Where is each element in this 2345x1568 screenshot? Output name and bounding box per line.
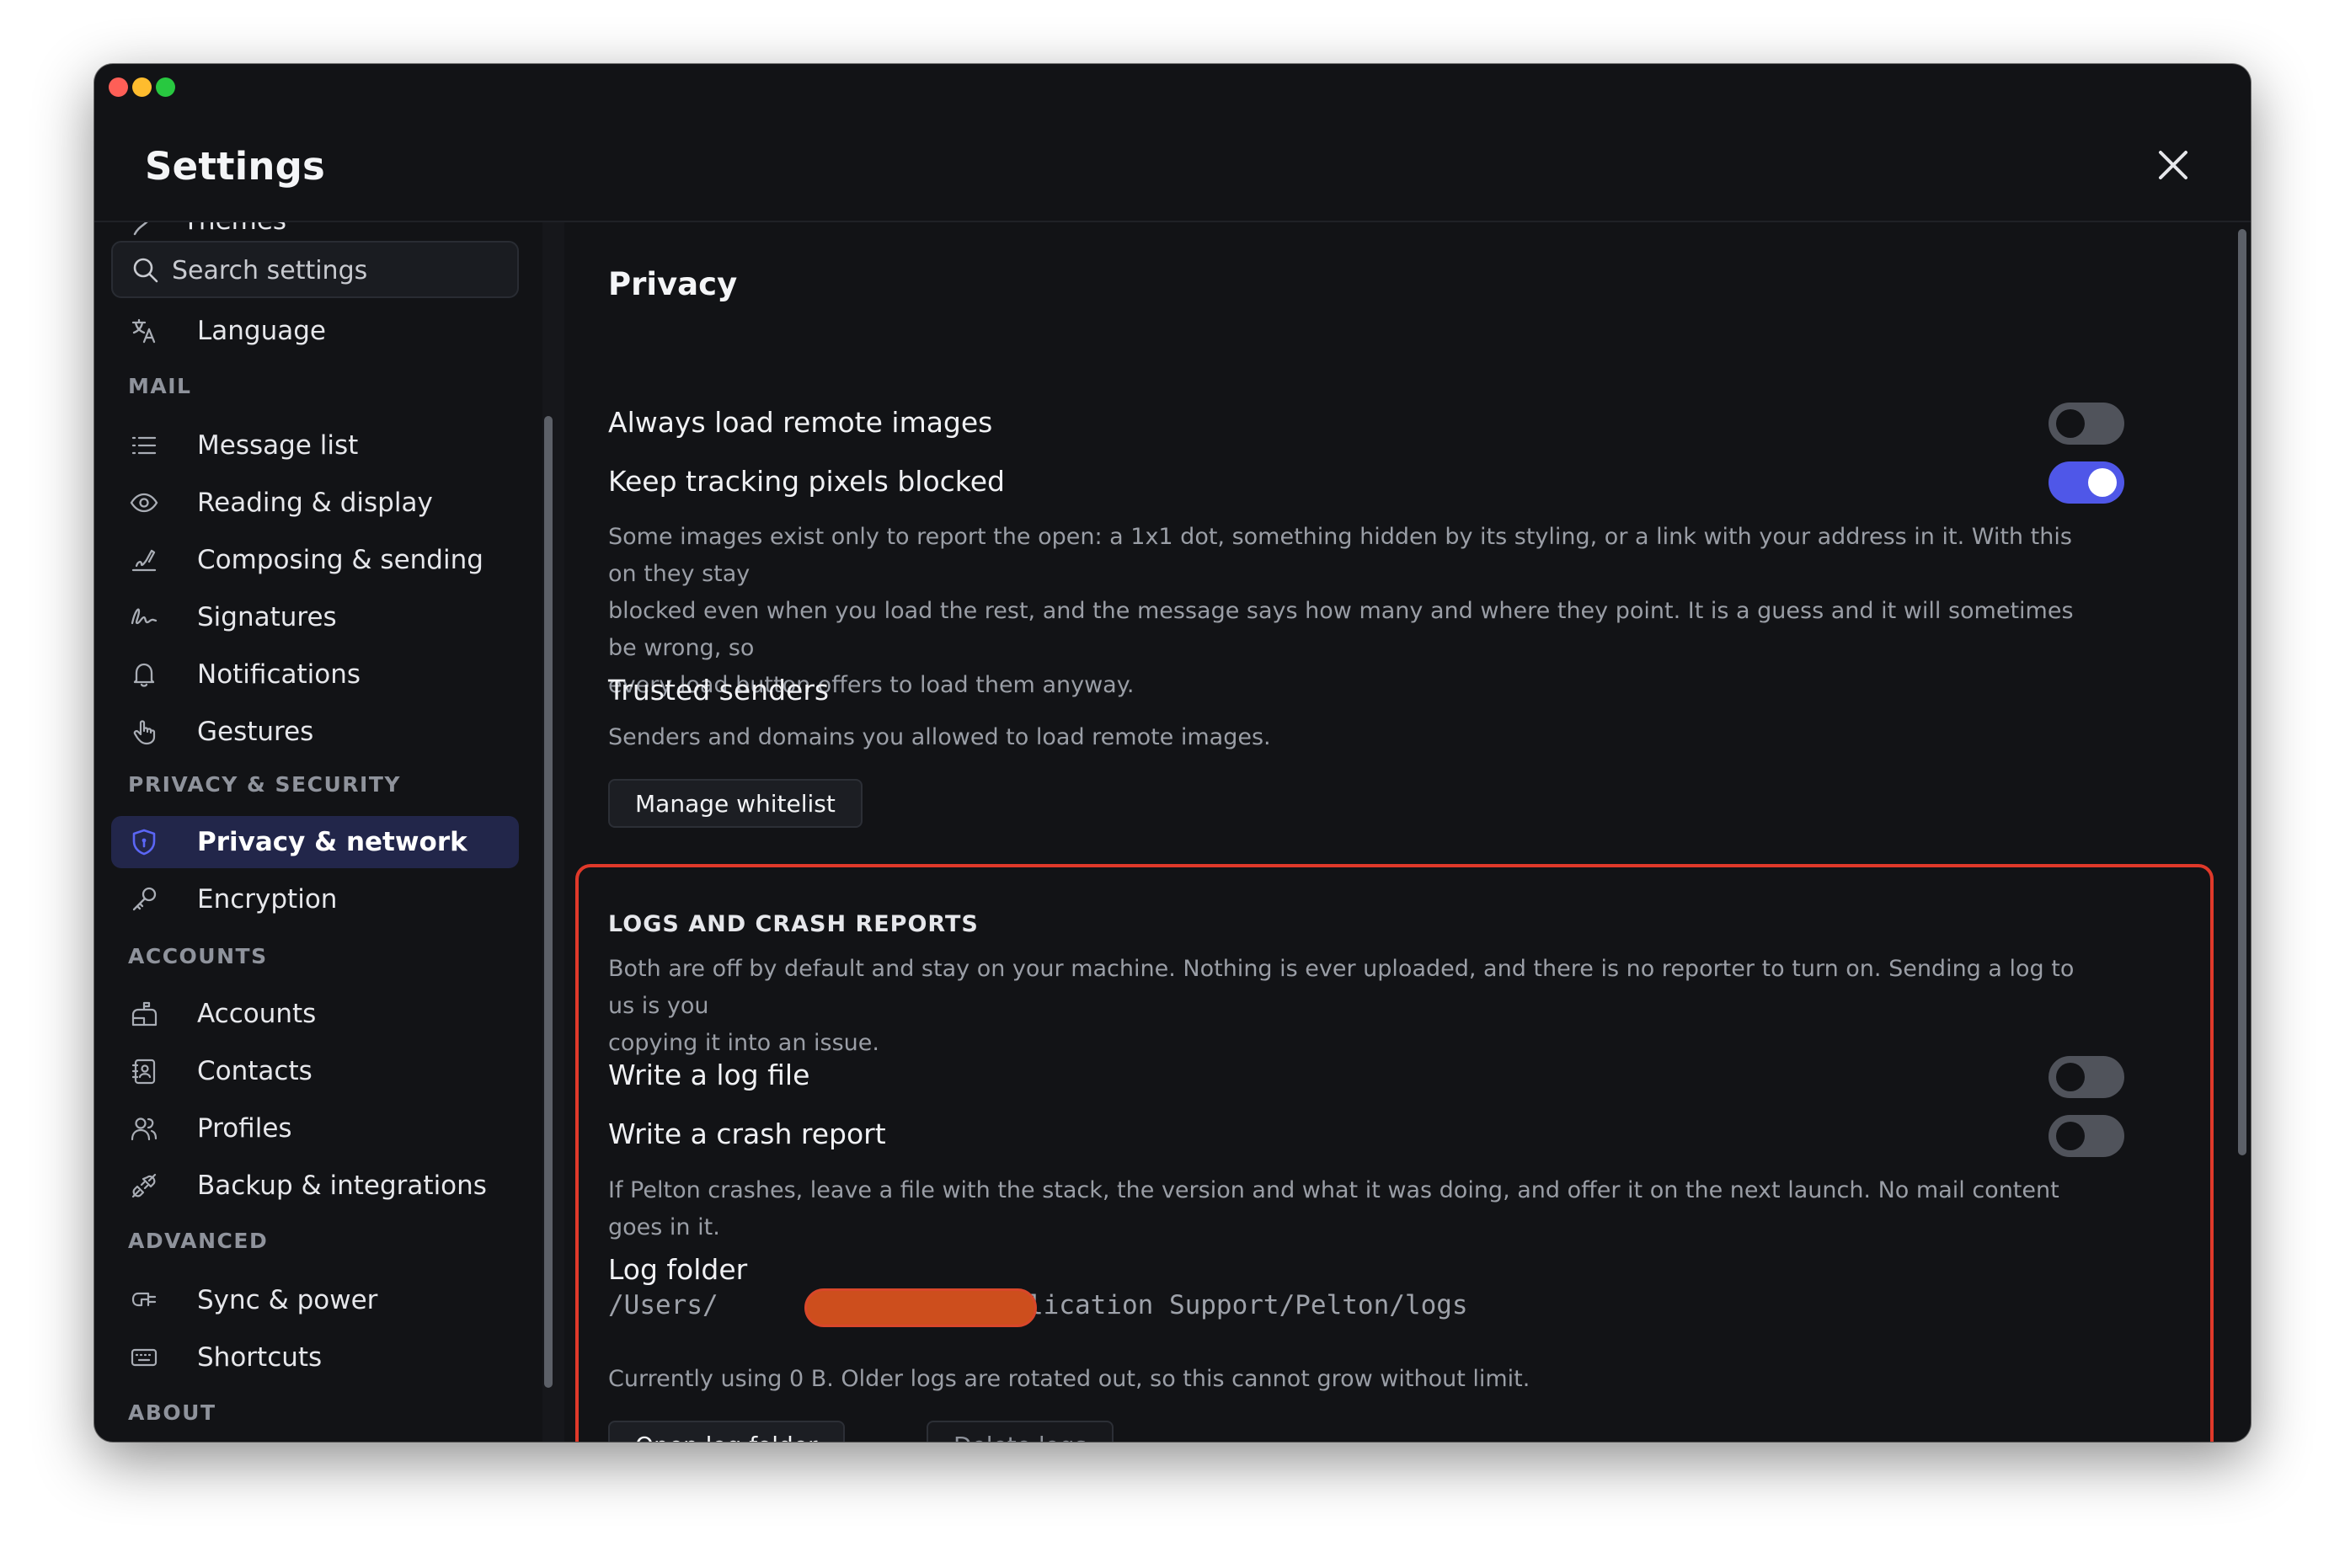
sidebar-item-shortcuts[interactable]: Shortcuts xyxy=(111,1331,519,1384)
log-usage-text: Currently using 0 B. Older logs are rota… xyxy=(608,1366,1530,1392)
signature-icon xyxy=(131,608,158,625)
keyboard-icon xyxy=(131,1348,158,1367)
section-heading-about: ABOUT xyxy=(128,1400,216,1425)
sidebar-item-encryption[interactable]: Encryption xyxy=(111,873,519,925)
sidebar-item-label: Encryption xyxy=(197,884,338,915)
keep-tracking-pixels-blocked-toggle[interactable] xyxy=(2049,461,2124,504)
sidebar-item-label: Privacy & network xyxy=(197,827,467,857)
sidebar-item-label: Message list xyxy=(197,430,359,461)
content-scrollbar-thumb[interactable] xyxy=(2238,229,2246,1155)
toggle-knob xyxy=(2056,1122,2085,1150)
sidebar-item-label: Composing & sending xyxy=(197,545,483,575)
open-log-folder-button[interactable]: Open log folder xyxy=(608,1421,845,1442)
section-heading-privacy-security: PRIVACY & SECURITY xyxy=(128,772,401,797)
sidebar-item-composing-sending[interactable]: Composing & sending xyxy=(111,534,519,586)
sidebar-item-profiles[interactable]: Profiles xyxy=(111,1102,519,1155)
search-box[interactable] xyxy=(111,241,519,298)
sidebar-item-privacy-network[interactable]: Privacy & network xyxy=(111,816,519,868)
sidebar-item-label: Gestures xyxy=(197,717,314,747)
eye-icon xyxy=(130,493,158,513)
sidebar-item-backup-integrations[interactable]: Backup & integrations xyxy=(111,1160,519,1212)
trusted-senders-label: Trusted senders xyxy=(608,674,830,707)
sidebar-scrollbar-thumb[interactable] xyxy=(544,416,553,1388)
sidebar-item-notifications[interactable]: Notifications xyxy=(111,648,519,701)
sidebar-item-label: Notifications xyxy=(197,659,361,690)
sidebar-item-contacts[interactable]: Contacts xyxy=(111,1045,519,1097)
always-load-remote-images-label: Always load remote images xyxy=(608,406,993,439)
delete-logs-button[interactable]: Delete logs xyxy=(927,1421,1114,1442)
address-book-icon xyxy=(131,1059,156,1085)
plug-icon xyxy=(131,1173,157,1198)
keep-tracking-pixels-blocked-label: Keep tracking pixels blocked xyxy=(608,465,1005,498)
close-icon xyxy=(2159,151,2187,179)
toggle-knob xyxy=(2056,409,2085,438)
logs-section-heading: LOGS AND CRASH REPORTS xyxy=(608,911,979,937)
sidebar-item-gestures[interactable]: Gestures xyxy=(111,706,519,758)
description-line: Both are off by default and stay on your… xyxy=(608,956,2075,1019)
toggle-knob xyxy=(2088,468,2117,497)
brush-icon xyxy=(133,222,148,236)
logs-description: Both are off by default and stay on your… xyxy=(608,951,2091,1062)
sidebar: Themes Language MAIL Message list xyxy=(94,222,541,1442)
description-line: every load button offers to load them an… xyxy=(608,672,1135,698)
hand-pointer-icon xyxy=(133,720,156,745)
power-plug-icon xyxy=(131,1292,157,1307)
settings-content: Privacy Always load remote images Keep t… xyxy=(566,222,2230,1442)
section-heading-advanced: ADVANCED xyxy=(128,1229,269,1253)
privacy-heading: Privacy xyxy=(608,266,738,302)
sidebar-item-label: Sync & power xyxy=(197,1285,378,1315)
crash-report-description: If Pelton crashes, leave a file with the… xyxy=(608,1177,2059,1240)
search-icon xyxy=(133,258,158,283)
compose-icon xyxy=(131,549,157,572)
sidebar-item-themes-clipped[interactable]: Themes xyxy=(183,222,286,236)
sidebar-item-label: Reading & display xyxy=(197,488,433,518)
sidebar-item-label: Contacts xyxy=(197,1056,312,1086)
manage-whitelist-button[interactable]: Manage whitelist xyxy=(608,779,863,828)
sidebar-item-accounts[interactable]: Accounts xyxy=(111,988,519,1040)
description-line: Some images exist only to report the ope… xyxy=(608,524,2072,587)
list-icon xyxy=(131,436,157,455)
sidebar-item-message-list[interactable]: Message list xyxy=(111,419,519,472)
redaction-mark xyxy=(804,1288,1037,1327)
section-heading-mail: MAIL xyxy=(128,374,192,398)
section-heading-accounts: ACCOUNTS xyxy=(128,944,268,968)
description-line: copying it into an issue. xyxy=(608,1030,879,1056)
window-close-dot[interactable] xyxy=(109,77,128,97)
bell-icon xyxy=(133,663,155,687)
sidebar-item-sync-power[interactable]: Sync & power xyxy=(111,1274,519,1326)
write-crash-report-label: Write a crash report xyxy=(608,1117,886,1150)
description-line: blocked even when you load the rest, and… xyxy=(608,598,2074,661)
search-input[interactable] xyxy=(170,251,510,290)
sidebar-item-reading-display[interactable]: Reading & display xyxy=(111,477,519,529)
log-folder-path: /Users/y/Application Support/Pelton/logs xyxy=(608,1290,1468,1320)
shield-icon xyxy=(132,829,156,856)
always-load-remote-images-toggle[interactable] xyxy=(2049,403,2124,445)
sidebar-item-label: Language xyxy=(197,316,326,346)
mailbox-icon xyxy=(131,1001,158,1027)
page-title: Settings xyxy=(145,144,326,189)
tracking-pixels-description: Some images exist only to report the ope… xyxy=(608,519,2091,704)
write-log-file-label: Write a log file xyxy=(608,1059,810,1091)
sidebar-item-signatures[interactable]: Signatures xyxy=(111,591,519,643)
sidebar-item-label: Shortcuts xyxy=(197,1342,323,1373)
sidebar-item-label: Accounts xyxy=(197,999,317,1029)
users-icon xyxy=(131,1117,158,1141)
sidebar-item-language[interactable]: Language xyxy=(111,305,519,357)
trusted-senders-description: Senders and domains you allowed to load … xyxy=(608,724,1271,750)
sidebar-item-label: Signatures xyxy=(197,602,337,632)
log-folder-label: Log folder xyxy=(608,1253,748,1286)
write-crash-report-toggle[interactable] xyxy=(2049,1115,2124,1157)
key-icon xyxy=(132,887,157,911)
sidebar-item-label: Profiles xyxy=(197,1113,292,1144)
close-button[interactable] xyxy=(2154,146,2193,184)
toggle-knob xyxy=(2056,1063,2085,1091)
sidebar-item-label: Backup & integrations xyxy=(197,1171,487,1201)
window-zoom-dot[interactable] xyxy=(156,77,175,97)
translate-icon xyxy=(131,318,156,344)
window-minimize-dot[interactable] xyxy=(132,77,152,97)
log-folder-path-prefix: /Users/ xyxy=(608,1290,718,1320)
write-log-file-toggle[interactable] xyxy=(2049,1056,2124,1098)
settings-window: Settings Themes Language MAIL xyxy=(94,64,2251,1442)
